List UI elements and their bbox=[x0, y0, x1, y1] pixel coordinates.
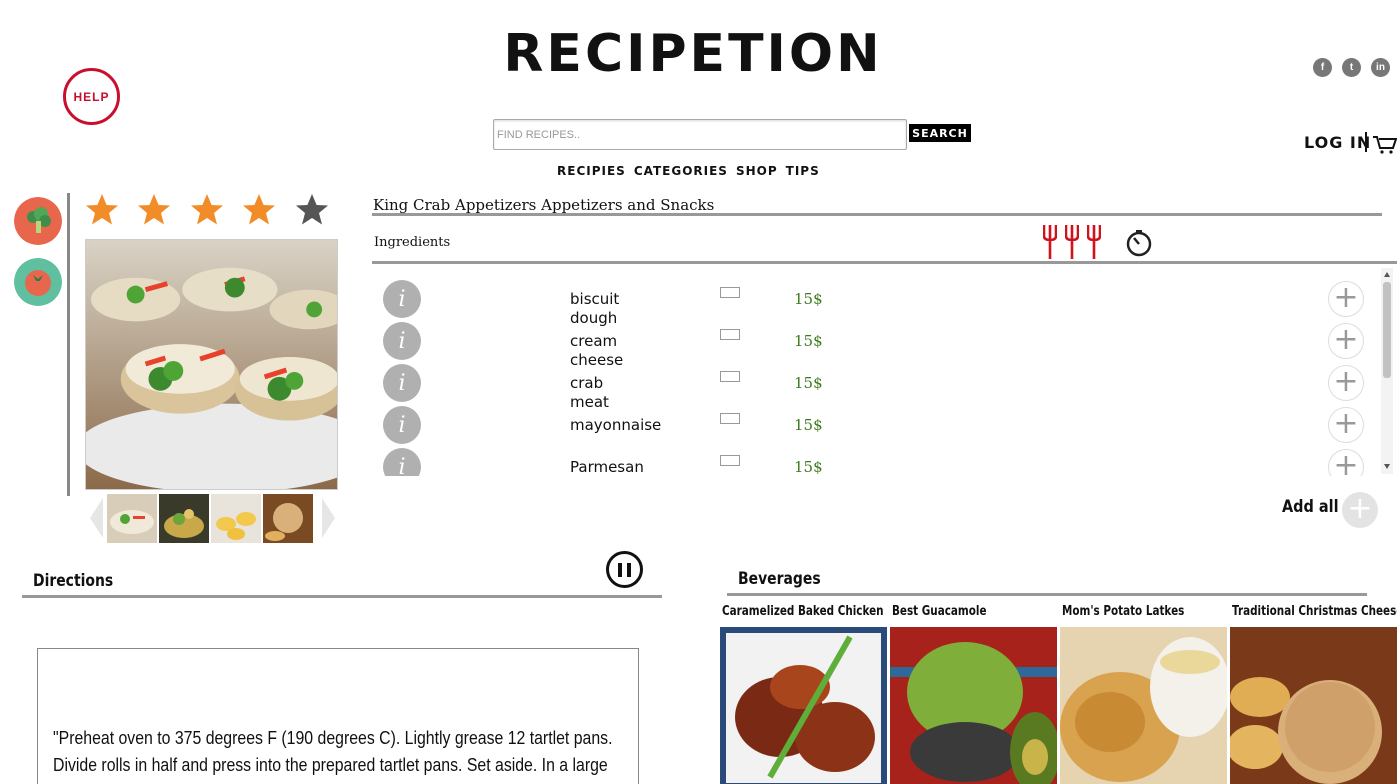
add-ingredient-button[interactable]: + bbox=[1328, 449, 1364, 476]
quantity-field[interactable] bbox=[720, 371, 740, 382]
help-button[interactable]: HELP bbox=[63, 68, 120, 125]
ingredient-name: cream bbox=[570, 332, 618, 350]
recipe-card[interactable]: Best Guacamole bbox=[890, 604, 1057, 784]
logo: RECIPETION bbox=[503, 18, 879, 90]
search-input[interactable] bbox=[493, 119, 907, 150]
divider bbox=[372, 213, 1382, 216]
pause-button[interactable] bbox=[606, 551, 643, 588]
info-icon[interactable]: i bbox=[383, 322, 421, 360]
pause-icon bbox=[618, 562, 622, 577]
fork-icon bbox=[1043, 225, 1057, 259]
divider bbox=[1365, 132, 1367, 152]
add-ingredient-button[interactable]: + bbox=[1328, 281, 1364, 317]
beverages-title: Beverages bbox=[738, 569, 821, 589]
thumbnail[interactable] bbox=[263, 494, 313, 543]
divider bbox=[727, 593, 1367, 596]
ingredients-label: Ingredients bbox=[374, 235, 451, 250]
card-title[interactable]: Best Guacamole bbox=[892, 604, 1024, 619]
linkedin-icon[interactable]: in bbox=[1371, 58, 1390, 77]
recipe-title: King Crab Appetizers Appetizers and Snac… bbox=[373, 196, 715, 214]
tomato-icon[interactable] bbox=[14, 258, 62, 306]
nav-categories[interactable]: CATEGORIES bbox=[634, 164, 728, 178]
card-image[interactable] bbox=[890, 627, 1057, 784]
card-image[interactable] bbox=[720, 627, 887, 784]
fork-icon bbox=[1087, 225, 1101, 259]
directions-box: "Preheat oven to 375 degrees F (190 degr… bbox=[37, 648, 639, 784]
ingredient-price: 15$ bbox=[794, 416, 823, 434]
add-ingredient-button[interactable]: + bbox=[1328, 323, 1364, 359]
card-title[interactable]: Caramelized Baked Chicken bbox=[722, 604, 884, 619]
card-image[interactable] bbox=[1230, 627, 1397, 784]
star-icon[interactable] bbox=[136, 192, 172, 228]
list-item: i Parmesan 15$ + bbox=[373, 444, 1373, 476]
info-icon[interactable]: i bbox=[383, 280, 421, 318]
logo-text: RECIPETION bbox=[503, 24, 883, 84]
recipe-card[interactable]: Mom's Potato Latkes bbox=[1060, 604, 1227, 784]
scrollbar[interactable] bbox=[1381, 268, 1393, 474]
ingredient-price: 15$ bbox=[794, 332, 823, 350]
add-ingredient-button[interactable]: + bbox=[1328, 407, 1364, 443]
add-ingredient-button[interactable]: + bbox=[1328, 365, 1364, 401]
pause-icon bbox=[627, 562, 631, 577]
add-all-button[interactable]: + bbox=[1342, 492, 1378, 528]
ingredient-name: mayonnaise bbox=[570, 416, 662, 434]
divider bbox=[22, 595, 662, 598]
quantity-field[interactable] bbox=[720, 329, 740, 340]
quantity-field[interactable] bbox=[720, 413, 740, 424]
broccoli-icon[interactable] bbox=[14, 197, 62, 245]
card-image[interactable] bbox=[1060, 627, 1227, 784]
main-nav: RECIPIES CATEGORIES SHOP TIPS bbox=[557, 164, 820, 178]
add-all-label: Add all bbox=[1282, 497, 1339, 517]
list-item: i crab meat 15$ + bbox=[373, 360, 1373, 411]
info-icon[interactable]: i bbox=[383, 364, 421, 402]
nav-shop[interactable]: SHOP bbox=[736, 164, 778, 178]
recipe-card[interactable]: Traditional Christmas Cheese Ball bbox=[1230, 604, 1397, 784]
cart-icon[interactable] bbox=[1372, 134, 1397, 154]
fork-icon bbox=[1065, 225, 1079, 259]
ingredient-name: crab bbox=[570, 374, 604, 392]
ingredient-list: i biscuit dough 15$ + i cream cheese 15$… bbox=[373, 276, 1393, 476]
facebook-icon[interactable]: f bbox=[1313, 58, 1332, 77]
divider bbox=[67, 193, 70, 496]
divider bbox=[372, 261, 1397, 264]
star-icon[interactable] bbox=[84, 192, 120, 228]
recipe-card[interactable]: Caramelized Baked Chicken bbox=[720, 604, 887, 784]
card-title[interactable]: Traditional Christmas Cheese Ball bbox=[1232, 604, 1397, 619]
ingredient-price: 15$ bbox=[794, 458, 823, 476]
card-title[interactable]: Mom's Potato Latkes bbox=[1062, 604, 1194, 619]
star-icon[interactable] bbox=[294, 192, 330, 228]
ingredient-price: 15$ bbox=[794, 374, 823, 392]
star-icon[interactable] bbox=[189, 192, 225, 228]
twitter-icon[interactable]: t bbox=[1342, 58, 1361, 77]
ingredient-name: Parmesan bbox=[570, 458, 644, 476]
quantity-field[interactable] bbox=[720, 287, 740, 298]
thumbnail[interactable] bbox=[211, 494, 261, 543]
star-icon[interactable] bbox=[241, 192, 277, 228]
info-icon[interactable]: i bbox=[383, 448, 421, 476]
directions-text: "Preheat oven to 375 degrees F (190 degr… bbox=[53, 728, 613, 784]
thumbnail[interactable] bbox=[159, 494, 209, 543]
nav-recipies[interactable]: RECIPIES bbox=[557, 164, 626, 178]
nav-tips[interactable]: TIPS bbox=[786, 164, 820, 178]
list-item: i mayonnaise 15$ + bbox=[373, 402, 1373, 444]
list-item: i cream cheese 15$ + bbox=[373, 318, 1373, 369]
login-link[interactable]: LOG IN bbox=[1304, 133, 1371, 152]
ingredient-price: 15$ bbox=[794, 290, 823, 308]
thumbnail[interactable] bbox=[107, 494, 157, 543]
directions-title: Directions bbox=[33, 571, 114, 591]
quantity-field[interactable] bbox=[720, 455, 740, 466]
prev-arrow-icon[interactable] bbox=[87, 496, 105, 540]
timer-icon[interactable] bbox=[1125, 229, 1153, 257]
ingredient-name: biscuit bbox=[570, 290, 620, 308]
next-arrow-icon[interactable] bbox=[320, 496, 338, 540]
info-icon[interactable]: i bbox=[383, 406, 421, 444]
search-button[interactable]: SEARCH bbox=[909, 124, 971, 142]
list-item: i biscuit dough 15$ + bbox=[373, 276, 1373, 327]
recipe-photo bbox=[85, 239, 338, 490]
